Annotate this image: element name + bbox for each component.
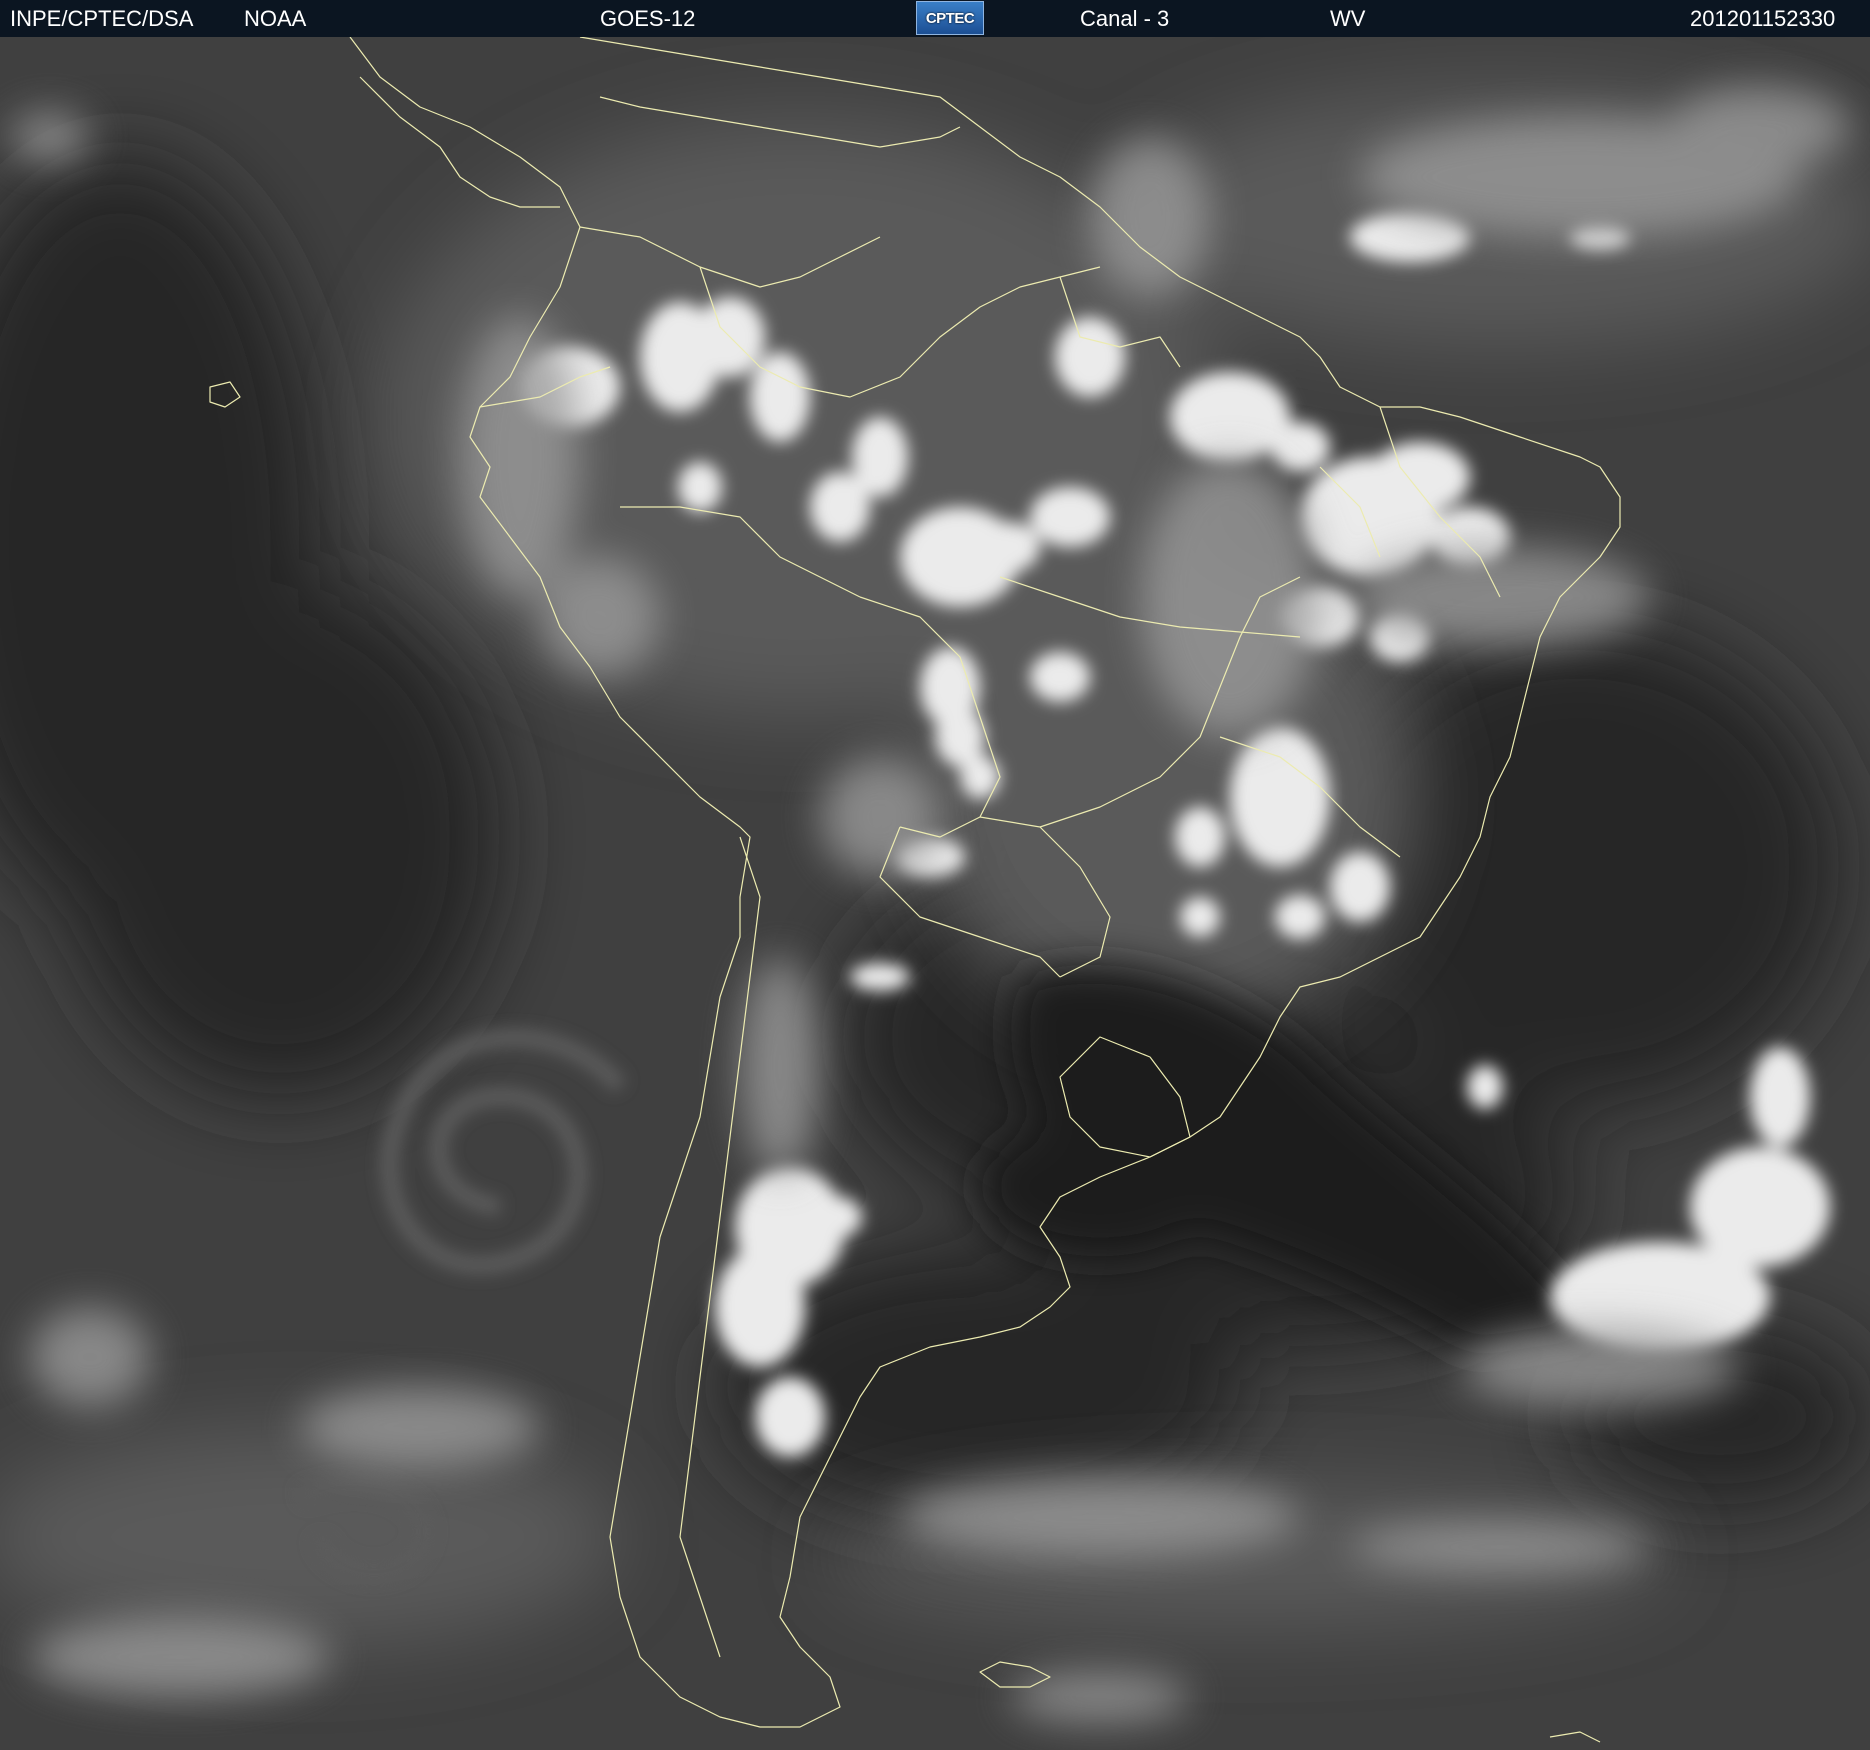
satellite-label: GOES-12 — [600, 6, 696, 31]
agency-label: INPE/CPTEC/DSA — [10, 6, 194, 31]
band-label: WV — [1330, 6, 1366, 31]
source-label: NOAA — [244, 6, 307, 31]
timestamp-label: 201201152330 — [1690, 6, 1836, 31]
channel-label: Canal - 3 — [1080, 6, 1170, 31]
cptec-logo: CPTEC — [916, 1, 984, 35]
image-header-bar: INPE/CPTEC/DSA NOAA GOES-12 CPTEC Canal … — [0, 0, 1870, 37]
satellite-image — [0, 37, 1870, 1750]
